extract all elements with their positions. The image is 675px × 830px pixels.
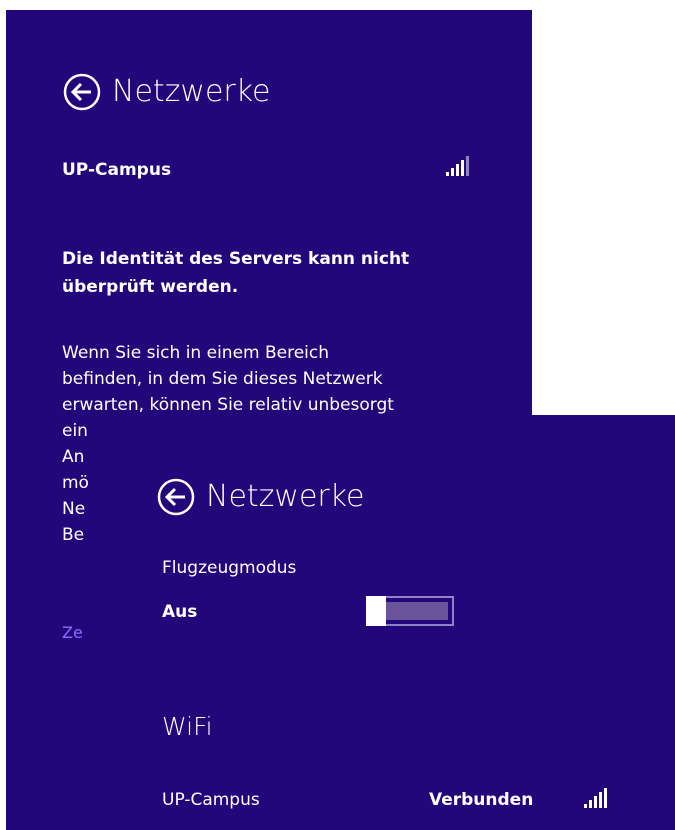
description-line: Wenn Sie sich in einem Bereich	[62, 343, 330, 363]
network-panel-overview: Netzwerke Flugzeugmodus Aus WiFi UP-Camp…	[111, 415, 675, 830]
description-line: befinden, in dem Sie dieses Netzwerk	[62, 369, 383, 389]
wifi-signal-icon	[584, 788, 607, 808]
page-title: Netzwerke	[206, 479, 365, 514]
connection-status: Verbunden	[429, 790, 534, 810]
wifi-network-name[interactable]: UP-Campus	[162, 790, 260, 810]
show-details-link[interactable]: Ze	[62, 623, 83, 642]
wifi-signal-icon	[446, 156, 469, 176]
panel-header: Netzwerke	[62, 72, 271, 112]
page-title: Netzwerke	[112, 74, 271, 109]
back-arrow-icon[interactable]	[62, 72, 102, 112]
airplane-mode-state: Aus	[162, 602, 198, 622]
toggle-track	[386, 602, 448, 620]
network-name: UP-Campus	[62, 160, 172, 180]
back-arrow-icon[interactable]	[156, 477, 196, 517]
toggle-thumb[interactable]	[366, 596, 386, 626]
panel-header: Netzwerke	[156, 477, 365, 517]
server-identity-warning: Die Identität des Servers kann nicht übe…	[62, 249, 410, 297]
airplane-mode-toggle[interactable]	[366, 596, 454, 626]
wifi-section-heading: WiFi	[162, 712, 213, 741]
screen: Netzwerke UP-Campus Die Identität des Se…	[0, 0, 675, 830]
airplane-mode-label: Flugzeugmodus	[162, 558, 297, 578]
